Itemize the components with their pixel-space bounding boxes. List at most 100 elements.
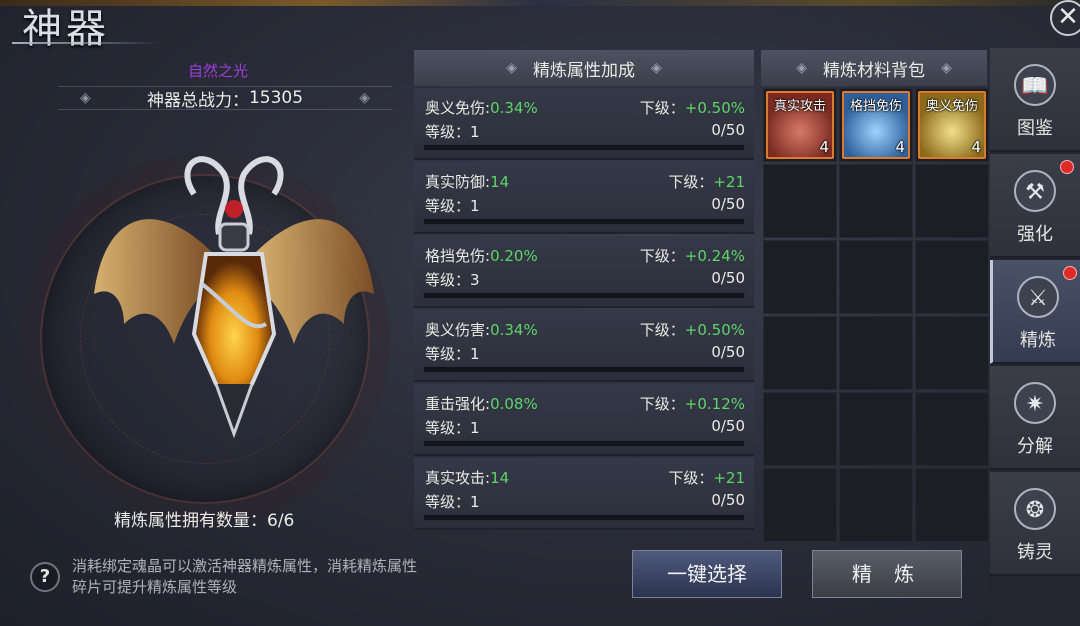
attribute-name: 奥义伤害: (425, 321, 491, 339)
level-progress-bar (423, 514, 745, 521)
attribute-value: 0.34% (490, 321, 538, 339)
tab-label: 分解 (1017, 436, 1053, 457)
material-item-name: 奥义免伤 (925, 99, 978, 114)
attribute-name: 重击强化: (425, 395, 491, 413)
level-progress-text: 0/50 (711, 121, 745, 139)
refine-attribute-card: 真实防御:14 下级：+21 等级：1 0/50 (414, 162, 754, 234)
level-progress-bar (423, 218, 745, 225)
material-slot[interactable]: 格挡免伤 4 (839, 88, 913, 162)
empty-slot (915, 392, 989, 466)
power-value: 15305 (248, 88, 304, 108)
tab-5[interactable]: ❂ 铸灵 (990, 472, 1080, 576)
attribute-line: 奥义伤害:0.34% 下级：+0.50% (425, 319, 745, 339)
level-label: 等级： (425, 197, 471, 215)
refine-bonus-header: ◈ 精炼属性加成 ◈ (414, 50, 754, 86)
attribute-name: 奥义免伤: (425, 99, 491, 117)
tab-label: 铸灵 (1017, 542, 1053, 563)
material-item-icon[interactable]: 真实攻击 4 (766, 91, 834, 159)
level-line: 等级：1 0/50 (425, 121, 745, 141)
empty-slot (763, 468, 837, 542)
attribute-value: 0.20% (490, 247, 538, 265)
level-progress-text: 0/50 (711, 195, 745, 213)
refine-attribute-card: 真实攻击:14 下级：+21 等级：1 0/50 (414, 458, 754, 530)
next-level-label: 下级： (668, 469, 714, 487)
attribute-line: 真实防御:14 下级：+21 (425, 171, 745, 191)
next-level-value: +0.50% (684, 99, 745, 117)
empty-slot (763, 240, 837, 314)
attribute-value: 14 (490, 469, 510, 487)
level-progress-bar (423, 440, 745, 447)
material-slot[interactable]: 真实攻击 4 (763, 88, 837, 162)
material-item-icon[interactable]: 格挡免伤 4 (842, 91, 910, 159)
empty-slot (839, 164, 913, 238)
next-level-value: +0.24% (684, 247, 745, 265)
empty-slot (915, 164, 989, 238)
material-item-count: 4 (971, 138, 981, 156)
attribute-line: 格挡免伤:0.20% 下级：+0.24% (425, 245, 745, 265)
book-icon: 📖 (1014, 64, 1056, 106)
next-level-value: +21 (713, 173, 745, 191)
refine-attribute-card: 奥义伤害:0.34% 下级：+0.50% 等级：1 0/50 (414, 310, 754, 382)
next-level-value: +21 (713, 469, 745, 487)
refine-attribute-card: 重击强化:0.08% 下级：+0.12% 等级：1 0/50 (414, 384, 754, 456)
close-icon: ✕ (1057, 2, 1079, 32)
material-item-icon[interactable]: 奥义免伤 4 (918, 91, 986, 159)
refine-bonus-list: 奥义免伤:0.34% 下级：+0.50% 等级：1 0/50 真实防御:14 下级：+21… (414, 88, 754, 534)
artifact-power: ◈ 神器总战力： 15305 ◈ (58, 86, 392, 111)
attribute-value: 0.34% (490, 99, 538, 117)
spirit-icon: ❂ (1014, 488, 1056, 530)
material-item-count: 4 (895, 138, 905, 156)
empty-slot (763, 316, 837, 390)
close-button[interactable]: ✕ (1050, 0, 1080, 36)
material-bag-header: ◈ 精炼材料背包 ◈ (761, 50, 987, 86)
refine-bonus-title: 精炼属性加成 (533, 60, 635, 81)
empty-slot (763, 392, 837, 466)
svg-text:⚒: ⚒ (1025, 180, 1045, 205)
tab-3[interactable]: ⚔ 精炼 (990, 260, 1080, 364)
notification-dot (1063, 266, 1077, 280)
next-level-label: 下级： (639, 247, 685, 265)
refine-count-value: 6/6 (267, 511, 295, 531)
tab-2[interactable]: ⚒ 强化 (990, 154, 1080, 258)
next-level-bonus: 下级：+21 (668, 171, 745, 192)
one-click-select-button[interactable]: 一键选择 (632, 550, 782, 598)
next-level-label: 下级： (668, 173, 714, 191)
svg-text:✷: ✷ (1026, 392, 1044, 417)
artifact-name: 自然之光 (187, 62, 248, 80)
next-level-value: +0.12% (684, 395, 745, 413)
power-label: 神器总战力： (146, 90, 249, 111)
material-bag-grid: 真实攻击 4 格挡免伤 4 奥义免伤 4 (763, 88, 989, 542)
level-value: 1 (470, 197, 480, 215)
material-item-count: 4 (819, 138, 829, 156)
refine-attribute-card: 奥义免伤:0.34% 下级：+0.50% 等级：1 0/50 (414, 88, 754, 160)
empty-slot (915, 316, 989, 390)
attribute-name: 格挡免伤: (425, 247, 491, 265)
next-level-bonus: 下级：+21 (668, 467, 745, 488)
ornament-left-icon: ◈ (796, 60, 807, 76)
empty-slot (839, 240, 913, 314)
material-item-name: 格挡免伤 (849, 99, 902, 114)
tab-1[interactable]: 📖 图鉴 (990, 48, 1080, 152)
refine-button[interactable]: 精 炼 (812, 550, 962, 598)
svg-text:📖: 📖 (1021, 74, 1048, 99)
level-line: 等级：1 0/50 (425, 491, 745, 511)
empty-slot (915, 240, 989, 314)
material-slot[interactable]: 奥义免伤 4 (915, 88, 989, 162)
tab-4[interactable]: ✷ 分解 (990, 366, 1080, 470)
refine-attribute-count: 精炼属性拥有数量：6/6 (114, 506, 294, 531)
tab-label: 精炼 (1020, 330, 1056, 351)
level-progress-text: 0/50 (711, 269, 745, 287)
level-line: 等级：1 0/50 (425, 417, 745, 437)
level-value: 1 (470, 493, 480, 511)
help-icon[interactable]: ? (30, 562, 60, 592)
attribute-line: 奥义免伤:0.34% 下级：+0.50% (425, 97, 745, 117)
empty-slot (839, 392, 913, 466)
level-value: 3 (470, 271, 480, 289)
attribute-name: 真实防御: (425, 173, 491, 191)
level-line: 等级：1 0/50 (425, 343, 745, 363)
anvil-icon: ⚔ (1017, 276, 1059, 318)
ornament-right-icon: ◈ (651, 60, 662, 76)
ornament-left-icon: ◈ (80, 90, 91, 106)
next-level-bonus: 下级：+0.50% (640, 97, 745, 118)
level-progress-text: 0/50 (711, 343, 745, 361)
